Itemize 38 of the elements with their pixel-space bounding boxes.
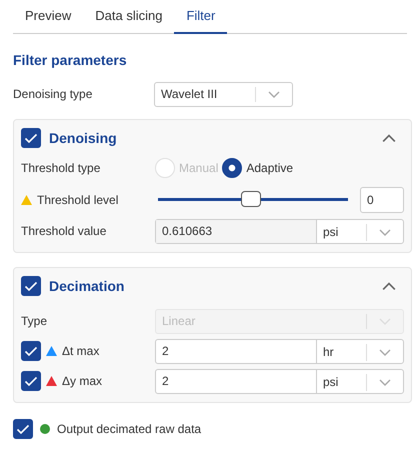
input-field[interactable]: 0.610663 bbox=[156, 220, 317, 242]
checkbox[interactable] bbox=[21, 341, 41, 361]
check-icon bbox=[24, 376, 38, 386]
input-field[interactable]: 0 bbox=[360, 186, 404, 212]
slider-thumb[interactable] bbox=[241, 191, 262, 207]
tab[interactable]: Preview bbox=[13, 0, 84, 34]
unit-dropdown[interactable]: psi bbox=[317, 370, 403, 394]
panel-title: Denoising bbox=[49, 128, 118, 148]
checkbox[interactable] bbox=[13, 419, 33, 439]
input-field[interactable]: 2 bbox=[156, 340, 317, 362]
dropdown[interactable]: Wavelet III bbox=[154, 82, 293, 106]
field-label: Denoising type bbox=[13, 86, 92, 103]
field-label: Δy max bbox=[62, 373, 102, 390]
radio-label: Manual bbox=[179, 160, 218, 177]
check-icon bbox=[24, 346, 38, 356]
section-heading: Filter parameters bbox=[13, 50, 128, 70]
input-field[interactable]: 2 bbox=[156, 370, 317, 392]
unit-dropdown[interactable]: psi bbox=[317, 220, 403, 244]
panel-title: Decimation bbox=[49, 276, 126, 296]
field-label: Δt max bbox=[62, 343, 100, 360]
checkbox-label: Output decimated raw data bbox=[57, 421, 202, 438]
unit-dropdown[interactable]: hr bbox=[317, 340, 403, 364]
collapse-icon[interactable] bbox=[382, 134, 396, 142]
checkbox[interactable] bbox=[21, 371, 41, 391]
check-icon bbox=[16, 424, 30, 434]
field-label: Threshold value bbox=[21, 223, 106, 240]
field-label: Type bbox=[21, 313, 48, 330]
radio-button[interactable] bbox=[222, 158, 242, 178]
field-label: Threshold type bbox=[21, 160, 100, 177]
checkbox[interactable] bbox=[21, 276, 41, 296]
checkbox[interactable] bbox=[21, 128, 41, 148]
field-label: Threshold level bbox=[37, 192, 118, 208]
tab[interactable]: Filter bbox=[174, 0, 228, 34]
check-icon bbox=[24, 132, 38, 144]
tab[interactable]: Data slicing bbox=[83, 0, 174, 34]
radio-label: Adaptive bbox=[246, 160, 294, 177]
check-icon bbox=[24, 280, 38, 292]
collapse-icon[interactable] bbox=[382, 282, 396, 290]
